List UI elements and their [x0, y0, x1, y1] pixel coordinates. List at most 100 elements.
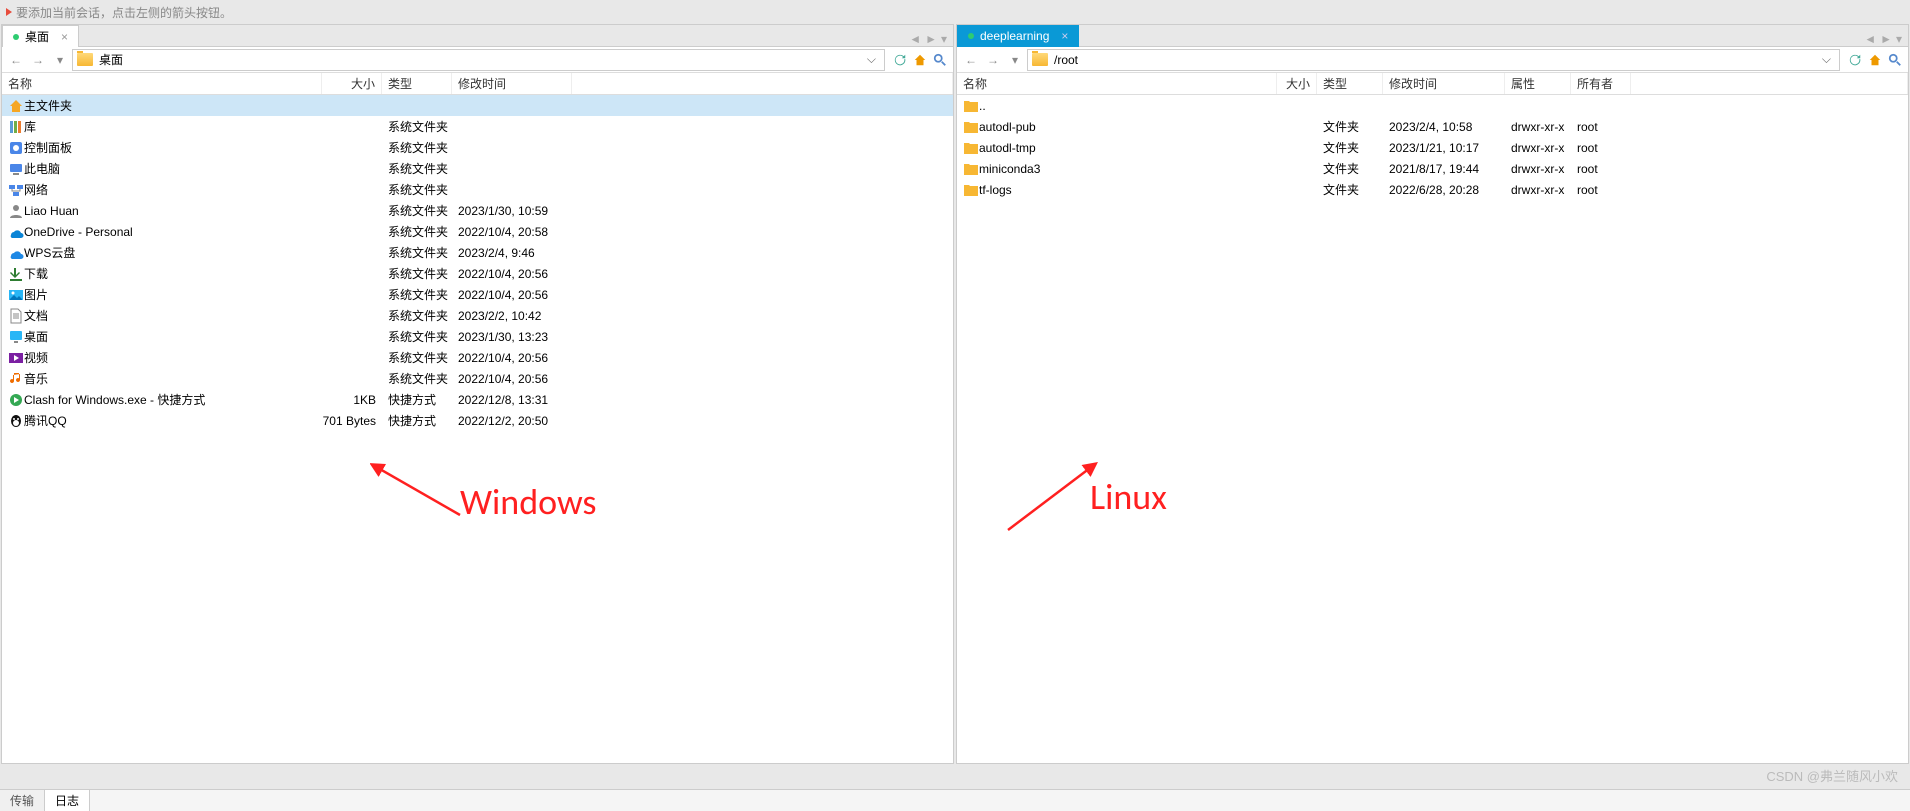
- item-name: Liao Huan: [24, 204, 79, 218]
- history-dropdown-icon[interactable]: ▾: [50, 50, 70, 70]
- cell-modified: 2022/10/4, 20:56: [452, 267, 572, 281]
- library-icon: [8, 119, 24, 135]
- cell-modified: 2022/10/4, 20:56: [452, 372, 572, 386]
- cell-owner: root: [1571, 183, 1631, 197]
- tabnav: ◄ ► ▾: [903, 32, 953, 46]
- remote-tab[interactable]: deeplearning ×: [957, 25, 1079, 47]
- remote-path-box[interactable]: ⌵: [1027, 49, 1840, 71]
- local-path-box[interactable]: ⌵: [72, 49, 885, 71]
- tab-log[interactable]: 日志: [45, 790, 90, 811]
- list-item[interactable]: 图片系统文件夹2022/10/4, 20:56: [2, 284, 953, 305]
- watermark: CSDN @弗兰随风小欢: [1766, 766, 1898, 785]
- close-icon[interactable]: ×: [61, 30, 68, 44]
- flag-icon: [6, 8, 12, 16]
- local-panel: 桌面 × ◄ ► ▾ ← → ▾ ⌵ 名称: [1, 24, 954, 764]
- folder-icon: [77, 53, 93, 66]
- forward-button[interactable]: →: [983, 50, 1003, 70]
- cell-type: 系统文件夹: [382, 265, 452, 282]
- tab-right-icon[interactable]: ►: [1880, 32, 1892, 46]
- list-item[interactable]: 腾讯QQ701 Bytes快捷方式2022/12/2, 20:50: [2, 410, 953, 431]
- remote-tab-label: deeplearning: [980, 29, 1049, 43]
- cell-name: 桌面: [2, 328, 322, 345]
- item-name: autodl-pub: [979, 120, 1036, 134]
- documents-icon: [8, 308, 24, 324]
- item-name: 下载: [24, 265, 48, 282]
- tab-menu-icon[interactable]: ▾: [1896, 32, 1902, 46]
- list-item[interactable]: autodl-tmp文件夹2023/1/21, 10:17drwxr-xr-xr…: [957, 137, 1908, 158]
- history-dropdown-icon[interactable]: ▾: [1005, 50, 1025, 70]
- cell-name: OneDrive - Personal: [2, 224, 322, 240]
- back-button[interactable]: ←: [6, 50, 26, 70]
- refresh-button[interactable]: [891, 51, 909, 69]
- col-type[interactable]: 类型: [1317, 73, 1383, 94]
- tab-right-icon[interactable]: ►: [925, 32, 937, 46]
- list-item[interactable]: 网络系统文件夹: [2, 179, 953, 200]
- list-item[interactable]: Liao Huan系统文件夹2023/1/30, 10:59: [2, 200, 953, 221]
- item-name: 图片: [24, 286, 48, 303]
- find-button[interactable]: [931, 51, 949, 69]
- item-name: miniconda3: [979, 162, 1040, 176]
- list-item[interactable]: WPS云盘系统文件夹2023/2/4, 9:46: [2, 242, 953, 263]
- list-item[interactable]: ..: [957, 95, 1908, 116]
- tab-left-icon[interactable]: ◄: [1864, 32, 1876, 46]
- list-item[interactable]: 此电脑系统文件夹: [2, 158, 953, 179]
- list-item[interactable]: Clash for Windows.exe - 快捷方式1KB快捷方式2022/…: [2, 389, 953, 410]
- list-item[interactable]: 音乐系统文件夹2022/10/4, 20:56: [2, 368, 953, 389]
- tab-menu-icon[interactable]: ▾: [941, 32, 947, 46]
- qq-icon: [8, 413, 24, 429]
- cell-size: 701 Bytes: [322, 414, 382, 428]
- col-name[interactable]: 名称: [957, 73, 1277, 94]
- cell-type: 文件夹: [1317, 118, 1383, 135]
- list-item[interactable]: 控制面板系统文件夹: [2, 137, 953, 158]
- cell-name: 视频: [2, 349, 322, 366]
- list-item[interactable]: 下载 系统文件夹2022/10/4, 20:56: [2, 263, 953, 284]
- col-size[interactable]: 大小: [1277, 73, 1317, 94]
- cell-type: 系统文件夹: [382, 223, 452, 240]
- list-item[interactable]: 视频系统文件夹2022/10/4, 20:56: [2, 347, 953, 368]
- tab-left-icon[interactable]: ◄: [909, 32, 921, 46]
- remote-path-input[interactable]: [1054, 53, 1818, 67]
- list-item[interactable]: OneDrive - Personal系统文件夹2022/10/4, 20:58: [2, 221, 953, 242]
- col-owner[interactable]: 所有者: [1571, 73, 1631, 94]
- cell-name: miniconda3: [957, 161, 1277, 177]
- home-button[interactable]: [911, 51, 929, 69]
- list-item[interactable]: 库系统文件夹: [2, 116, 953, 137]
- col-attr[interactable]: 属性: [1505, 73, 1571, 94]
- refresh-button[interactable]: [1846, 51, 1864, 69]
- item-name: 腾讯QQ: [24, 412, 67, 429]
- list-item[interactable]: tf-logs文件夹2022/6/28, 20:28drwxr-xr-xroot: [957, 179, 1908, 200]
- find-button[interactable]: [1886, 51, 1904, 69]
- col-name[interactable]: 名称: [2, 73, 322, 94]
- col-modified[interactable]: 修改时间: [452, 73, 572, 94]
- onedrive-icon: [8, 224, 24, 240]
- item-name: 主文件夹: [24, 97, 72, 114]
- list-item[interactable]: 桌面系统文件夹2023/1/30, 13:23: [2, 326, 953, 347]
- cell-type: 系统文件夹: [382, 286, 452, 303]
- col-type[interactable]: 类型: [382, 73, 452, 94]
- list-item[interactable]: 主文件夹: [2, 95, 953, 116]
- forward-button[interactable]: →: [28, 50, 48, 70]
- tab-transfer[interactable]: 传输: [0, 790, 45, 811]
- cell-owner: root: [1571, 162, 1631, 176]
- thispc-icon: [8, 161, 24, 177]
- col-size[interactable]: 大小: [322, 73, 382, 94]
- col-modified[interactable]: 修改时间: [1383, 73, 1505, 94]
- local-tab[interactable]: 桌面 ×: [2, 25, 79, 47]
- back-button[interactable]: ←: [961, 50, 981, 70]
- local-path-input[interactable]: [99, 53, 863, 67]
- list-item[interactable]: miniconda3文件夹2021/8/17, 19:44drwxr-xr-xr…: [957, 158, 1908, 179]
- cell-name: 此电脑: [2, 160, 322, 177]
- cell-modified: 2022/12/8, 13:31: [452, 393, 572, 407]
- folder-up-icon: [963, 98, 979, 114]
- list-item[interactable]: autodl-pub文件夹2023/2/4, 10:58drwxr-xr-xro…: [957, 116, 1908, 137]
- hint-text: 要添加当前会话，点击左侧的箭头按钮。: [16, 4, 232, 21]
- list-item[interactable]: 文档系统文件夹2023/2/2, 10:42: [2, 305, 953, 326]
- home-button[interactable]: [1866, 51, 1884, 69]
- music-icon: [8, 371, 24, 387]
- close-icon[interactable]: ×: [1061, 29, 1068, 43]
- cell-modified: 2022/12/2, 20:50: [452, 414, 572, 428]
- cell-attr: drwxr-xr-x: [1505, 120, 1571, 134]
- dropdown-icon[interactable]: ⌵: [863, 52, 880, 67]
- network-icon: [8, 182, 24, 198]
- dropdown-icon[interactable]: ⌵: [1818, 52, 1835, 67]
